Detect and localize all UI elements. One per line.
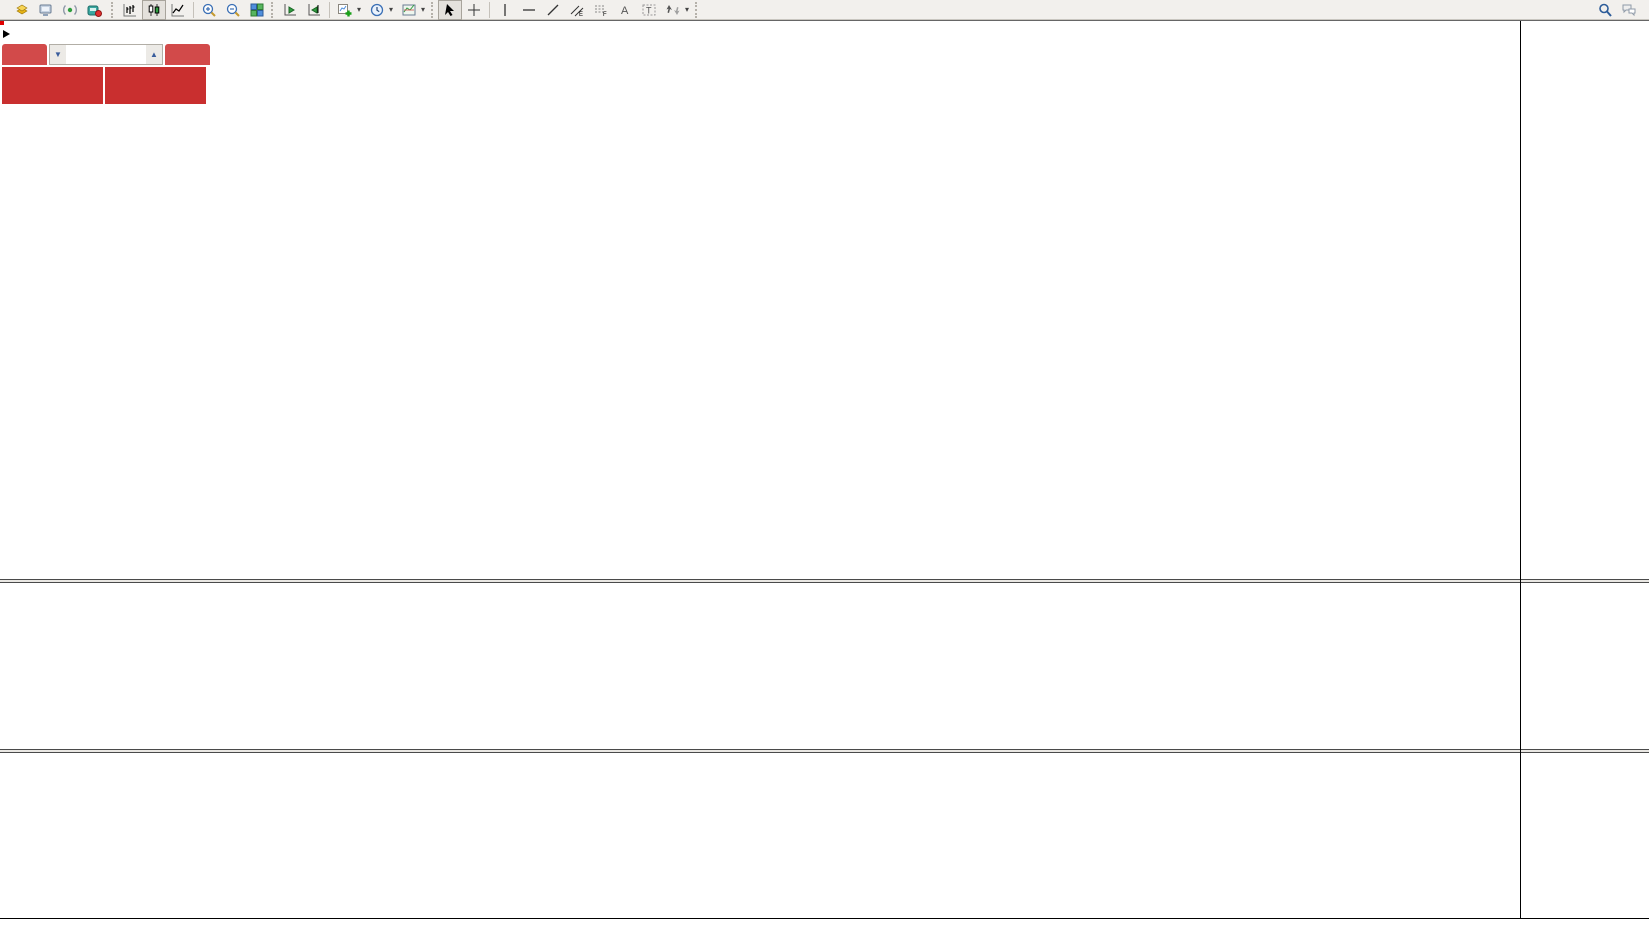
date-axis-separator [0,918,1649,919]
horizontal-line-icon [521,2,537,18]
macd-indicator-panel[interactable] [0,583,1520,749]
dropdown-caret: ▾ [421,5,425,14]
dropdown-caret: ▾ [389,5,393,14]
periods-button[interactable]: ▾ [365,0,397,20]
tile-windows-button[interactable] [245,0,269,20]
zoom-out-icon [225,2,241,18]
volume-increase-button[interactable]: ▲ [146,45,162,64]
line-chart-button[interactable] [166,0,190,20]
equidistant-channel-icon: E [569,2,585,18]
signals-button[interactable] [58,0,82,20]
vertical-line-button[interactable] [493,0,517,20]
auto-scroll-icon [282,2,298,18]
bar-chart-icon [122,2,138,18]
cursor-icon [442,2,458,18]
signals-icon [62,2,78,18]
autotrading-icon [86,2,102,18]
terminal-icon [38,2,54,18]
chat-button[interactable] [1617,0,1641,20]
bar-chart-button[interactable] [118,0,142,20]
chart-shift-icon [306,2,322,18]
svg-text:F: F [603,12,607,18]
clock-icon [369,2,385,18]
zoom-out-button[interactable] [221,0,245,20]
auto-scroll-button[interactable] [278,0,302,20]
text-label-button[interactable]: T [637,0,661,20]
price-axis-line [1520,21,1521,919]
text-icon: A [617,2,633,18]
toolbar-grip[interactable] [431,2,436,18]
panel-splitter[interactable] [0,749,1649,753]
add-indicator-icon [337,2,353,18]
arrows-button[interactable]: ▾ [661,0,693,20]
search-icon [1597,2,1613,18]
cursor-button[interactable] [438,0,462,20]
level-callout-label [0,21,4,25]
svg-text:T: T [646,5,652,15]
crosshair-button[interactable] [462,0,486,20]
zoom-in-button[interactable] [197,0,221,20]
chart-window: ▼ ▲ [0,20,1649,941]
svg-text:A: A [621,5,629,17]
trading-terminal-window: ▾ ▾ ▾ [0,0,1649,941]
tile-windows-icon [249,2,265,18]
toolbar-grip[interactable] [271,2,276,18]
fibonacci-icon: F [593,2,609,18]
volume-value[interactable] [66,45,146,64]
chart-marker-icon [3,30,10,38]
dropdown-caret: ▾ [685,5,689,14]
buy-button[interactable] [165,44,210,65]
zoom-in-icon [201,2,217,18]
channel-button[interactable]: E [565,0,589,20]
crosshair-icon [466,2,482,18]
rsi-indicator-panel[interactable] [0,754,1520,918]
vertical-line-icon [497,2,513,18]
trendline-icon [545,2,561,18]
horizontal-line-button[interactable] [517,0,541,20]
arrow-objects-icon [665,2,681,18]
history-center-button[interactable] [10,0,34,20]
fibonacci-button[interactable]: F [589,0,613,20]
panel-splitter[interactable] [0,579,1649,583]
templates-button[interactable]: ▾ [397,0,429,20]
one-click-trade-panel: ▼ ▲ [2,44,210,104]
chat-icon [1621,2,1637,18]
sell-price-display[interactable] [2,67,103,104]
search-button[interactable] [1593,0,1617,20]
buy-price-display[interactable] [105,67,206,104]
autotrading-button[interactable] [82,0,109,20]
text-label-icon: T [641,2,657,18]
toolbar-grip[interactable] [695,2,700,18]
line-chart-icon [170,2,186,18]
candlestick-chart-button[interactable] [142,0,166,20]
volume-decrease-button[interactable]: ▼ [50,45,66,64]
sell-button[interactable] [2,44,47,65]
volume-stepper: ▼ ▲ [49,44,163,65]
text-button[interactable]: A [613,0,637,20]
template-icon [401,2,417,18]
main-toolbar: ▾ ▾ ▾ [0,0,1649,20]
main-price-chart[interactable] [0,21,1520,579]
trendline-button[interactable] [541,0,565,20]
dropdown-caret: ▾ [357,5,361,14]
candlestick-icon [146,2,162,18]
add-indicator-button[interactable]: ▾ [333,0,365,20]
history-icon [14,2,30,18]
new-order-button[interactable] [2,0,10,20]
svg-text:E: E [579,12,583,18]
chart-shift-button[interactable] [302,0,326,20]
terminal-button[interactable] [34,0,58,20]
toolbar-grip[interactable] [111,2,116,18]
